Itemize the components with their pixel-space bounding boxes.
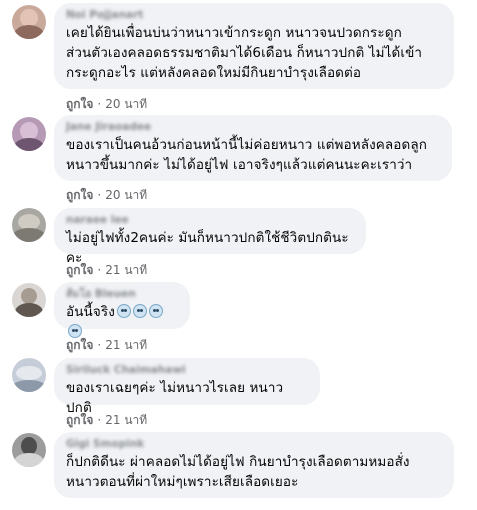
comment-author[interactable]: Noi Pojjanart (66, 9, 442, 22)
comment-bubble: Gigi Smopink ก็ปกติดีนะ ผ่าคลอดไม่ได้อยู… (54, 432, 454, 498)
like-button[interactable]: ถูกใจ (66, 263, 93, 277)
avatar[interactable] (12, 208, 46, 242)
separator: · (97, 338, 102, 352)
avatar[interactable] (12, 433, 46, 467)
timestamp[interactable]: 21 นาที (105, 413, 147, 427)
comment-author[interactable]: Gigi Smopink (66, 438, 442, 451)
comment-author[interactable]: ส้มโอ Bleuen (66, 288, 178, 301)
avatar[interactable] (12, 358, 46, 392)
like-button[interactable]: ถูกใจ (66, 338, 93, 352)
comment-bubble: Jane Jiraoadee ของเราเป็นคนอ้วนก่อนหน้าน… (54, 115, 452, 181)
comment-bubble: Noi Pojjanart เคยได้ยินเพื่อนบ่นว่าหนาวเ… (54, 3, 454, 89)
comment-text: ของเราเป็นคนอ้วนก่อนหน้านี้ไม่ค่อยหนาว แ… (66, 137, 427, 173)
comment-text: ก็ปกติดีนะ ผ่าคลอดไม่ได้อยู่ไฟ กินยาบำรุ… (66, 454, 410, 490)
comment-author[interactable]: Jane Jiraoadee (66, 121, 440, 134)
like-button[interactable]: ถูกใจ (66, 188, 93, 202)
like-button[interactable]: ถูกใจ (66, 413, 93, 427)
comment-bubble: ส้มโอ Bleuen อันนี้จริง (54, 282, 190, 338)
cold-sweat-face-icon (116, 304, 131, 318)
comment-text: เคยได้ยินเพื่อนบ่นว่าหนาวเข้ากระดูก หนาว… (66, 25, 423, 81)
separator: · (97, 97, 102, 111)
comment-actions: ถูกใจ · 20 นาที (66, 186, 147, 205)
comment-actions: ถูกใจ · 21 นาที (66, 336, 147, 355)
separator: · (97, 413, 102, 427)
comment-actions: ถูกใจ · 21 นาที (66, 261, 147, 280)
timestamp[interactable]: 20 นาที (105, 188, 147, 202)
separator: · (97, 188, 102, 202)
comment-actions: ถูกใจ · 21 นาที (66, 411, 147, 430)
like-button[interactable]: ถูกใจ (66, 97, 93, 111)
avatar[interactable] (12, 5, 46, 39)
comment-author[interactable]: Siriluck Chaimahawi (66, 364, 308, 377)
separator: · (97, 263, 102, 277)
cold-sweat-face-icon (132, 304, 147, 318)
comment-author[interactable]: naraee lee (66, 214, 354, 227)
timestamp[interactable]: 20 นาที (105, 97, 147, 111)
timestamp[interactable]: 21 นาที (105, 263, 147, 277)
cold-sweat-face-icon (148, 304, 163, 318)
avatar[interactable] (12, 117, 46, 151)
comment-text-content: อันนี้จริง (66, 304, 115, 320)
avatar[interactable] (12, 283, 46, 317)
comment-actions: ถูกใจ · 20 นาที (66, 95, 147, 114)
comment-bubble: Siriluck Chaimahawi ของเราเฉยๆค่ะ ไม่หนา… (54, 358, 320, 416)
comment-bubble: naraee lee ไม่อยู่ไฟทั้ง2คนค่ะ มันก็หนาว… (54, 208, 366, 266)
timestamp[interactable]: 21 นาที (105, 338, 147, 352)
